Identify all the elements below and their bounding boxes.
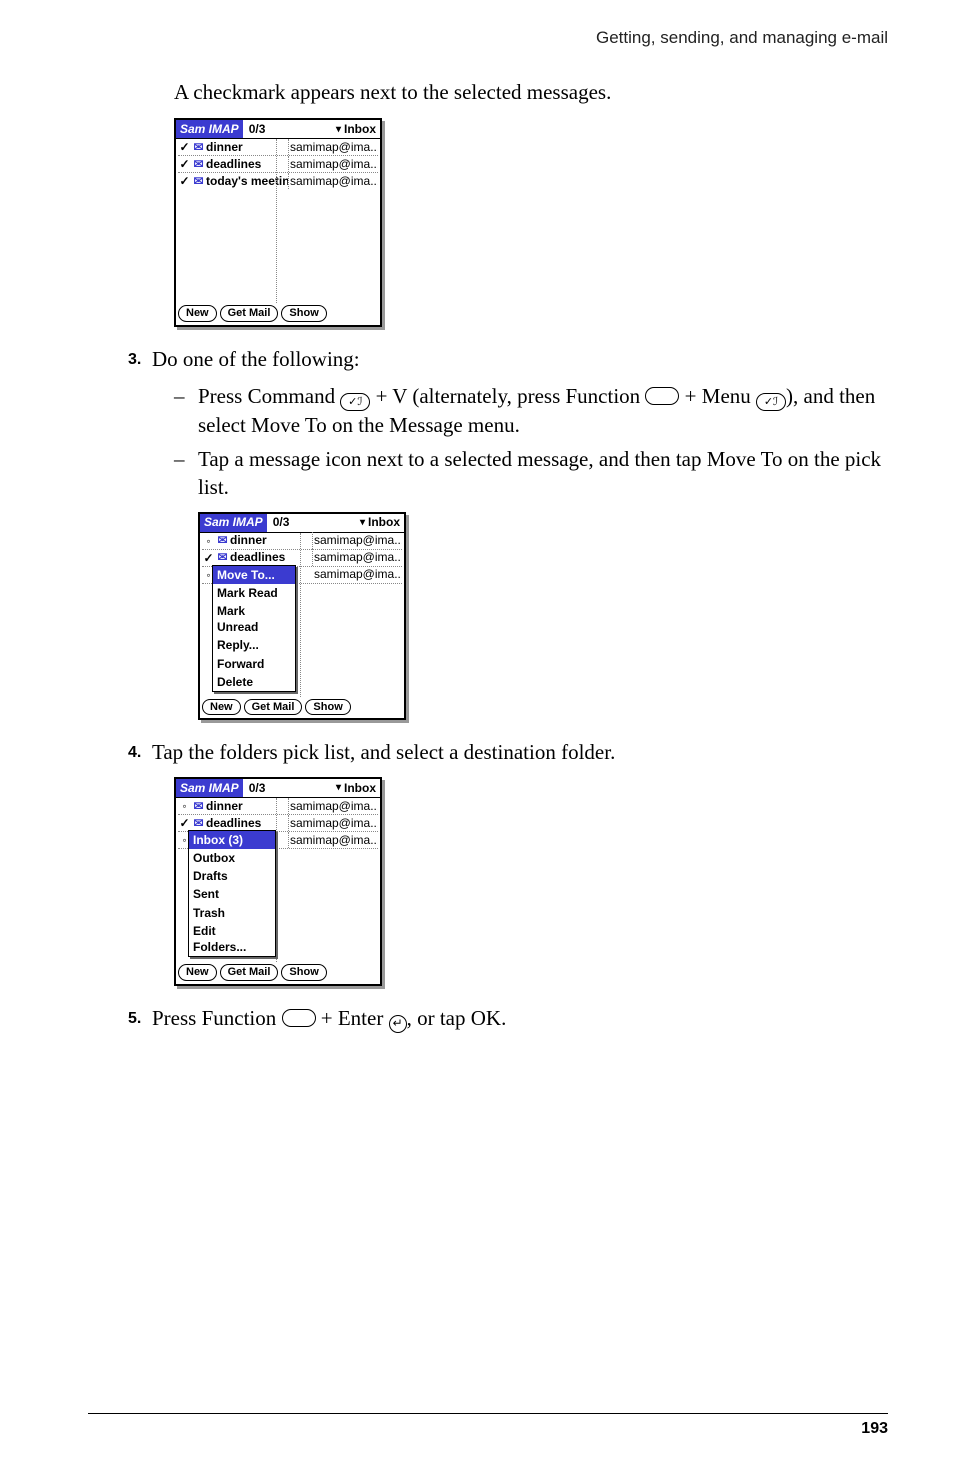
bullet-dash: –: [174, 445, 198, 502]
running-header: Getting, sending, and managing e-mail: [88, 28, 888, 48]
message-sender: samimap@ima...: [289, 815, 378, 831]
message-count: 0/3: [243, 120, 334, 138]
select-icon: ◦: [178, 800, 191, 812]
get-mail-button[interactable]: Get Mail: [220, 964, 279, 981]
message-count: 0/3: [267, 514, 358, 532]
message-row[interactable]: ✓ ✉ dinner samimap@ima...: [178, 139, 378, 156]
message-sender: samimap@ima...: [313, 549, 402, 565]
message-list: ◦ ✉ dinner samimap@ima... ✓ ✉ deadlines …: [200, 533, 404, 697]
folder-item-drafts[interactable]: Drafts: [189, 867, 275, 885]
message-sender: samimap@ima...: [289, 139, 378, 155]
menu-item-move-to[interactable]: Move To...: [213, 566, 295, 584]
folder-item-inbox[interactable]: Inbox (3): [189, 831, 275, 849]
menu-item-mark-unread[interactable]: Mark Unread: [213, 602, 295, 636]
new-button[interactable]: New: [202, 699, 241, 716]
select-icon: ◦: [202, 535, 215, 547]
get-mail-button[interactable]: Get Mail: [244, 699, 303, 716]
folder-item-edit[interactable]: Edit Folders...: [189, 922, 275, 956]
message-row[interactable]: ✓ ✉ today's meetin... samimap@ima...: [178, 173, 378, 189]
checkmark-icon: ✓: [178, 158, 191, 170]
bullet-dash: –: [174, 382, 198, 439]
footer-rule: [88, 1413, 888, 1414]
bullet-text: Tap a message icon next to a selected me…: [198, 445, 888, 502]
step-5: 5. Press Function + Enter ↵, or tap OK.: [128, 1004, 888, 1033]
intro-paragraph: A checkmark appears next to the selected…: [174, 78, 888, 106]
step-text: Tap the folders pick list, and select a …: [152, 738, 888, 766]
menu-item-reply[interactable]: Reply...: [213, 636, 295, 654]
message-sender: samimap@ima...: [289, 832, 378, 848]
page-number: 193: [861, 1420, 888, 1438]
bullet-text: Press Command ✓ℐ + V (alternately, press…: [198, 382, 888, 439]
get-mail-button[interactable]: Get Mail: [220, 305, 279, 322]
message-list: ◦ ✉ dinner samimap@ima... ✓ ✉ deadlines …: [176, 798, 380, 962]
menu-item-forward[interactable]: Forward: [213, 655, 295, 673]
app-title: Sam IMAP: [176, 120, 243, 138]
message-sender: samimap@ima...: [313, 566, 402, 582]
envelope-icon[interactable]: ✉: [191, 815, 206, 831]
message-list: ✓ ✉ dinner samimap@ima... ✓ ✉ deadlines …: [176, 139, 380, 303]
show-button[interactable]: Show: [281, 964, 326, 981]
step-number: 4.: [128, 738, 152, 766]
message-sender: samimap@ima...: [289, 173, 378, 189]
message-sender: samimap@ima...: [289, 156, 378, 172]
envelope-icon[interactable]: ✉: [191, 798, 206, 814]
step-4: 4. Tap the folders pick list, and select…: [128, 738, 888, 766]
enter-key-icon: ↵: [389, 1015, 407, 1033]
menu-key-icon: ✓ℐ: [756, 393, 786, 411]
step-number: 3.: [128, 345, 152, 373]
show-button[interactable]: Show: [305, 699, 350, 716]
checkmark-icon: ✓: [178, 817, 191, 829]
folder-picker[interactable]: Inbox: [358, 514, 404, 532]
folder-item-trash[interactable]: Trash: [189, 904, 275, 922]
show-button[interactable]: Show: [281, 305, 326, 322]
new-button[interactable]: New: [178, 964, 217, 981]
folder-item-outbox[interactable]: Outbox: [189, 849, 275, 867]
bullet-item: – Tap a message icon next to a selected …: [174, 445, 888, 502]
folder-picker[interactable]: Inbox: [334, 779, 380, 797]
page: Getting, sending, and managing e-mail A …: [0, 0, 976, 1466]
envelope-icon[interactable]: ✉: [215, 532, 230, 548]
message-sender: samimap@ima...: [289, 798, 378, 814]
message-count: 0/3: [243, 779, 334, 797]
message-row[interactable]: ◦ ✉ dinner samimap@ima...: [178, 798, 378, 815]
column-divider: [276, 139, 277, 303]
column-divider: [300, 533, 301, 697]
step-3: 3. Do one of the following:: [128, 345, 888, 373]
message-action-menu[interactable]: Move To... Mark Read Mark Unread Reply..…: [212, 565, 296, 692]
app-title: Sam IMAP: [200, 514, 267, 532]
message-sender: samimap@ima...: [313, 532, 402, 548]
checkmark-icon: ✓: [202, 552, 215, 564]
menu-item-delete[interactable]: Delete: [213, 673, 295, 691]
message-row[interactable]: ✓ ✉ deadlines samimap@ima...: [178, 156, 378, 173]
envelope-icon[interactable]: ✉: [191, 139, 206, 155]
step-text: Do one of the following:: [152, 345, 888, 373]
message-row[interactable]: ◦ ✉ dinner samimap@ima...: [202, 533, 402, 550]
step-text: Press Function + Enter ↵, or tap OK.: [152, 1004, 888, 1033]
function-key-icon: [282, 1009, 316, 1027]
screenshot-2: Sam IMAP 0/3 Inbox ◦ ✉ dinner samimap@im…: [198, 512, 406, 721]
checkmark-icon: ✓: [178, 175, 191, 187]
screenshot-3: Sam IMAP 0/3 Inbox ◦ ✉ dinner samimap@im…: [174, 777, 382, 986]
folder-pick-list[interactable]: Inbox (3) Outbox Drafts Sent Trash Edit …: [188, 830, 276, 957]
folder-picker[interactable]: Inbox: [334, 120, 380, 138]
screenshot-1: Sam IMAP 0/3 Inbox ✓ ✉ dinner samimap@im…: [174, 118, 382, 327]
folder-item-sent[interactable]: Sent: [189, 885, 275, 903]
step-number: 5.: [128, 1004, 152, 1033]
app-title: Sam IMAP: [176, 779, 243, 797]
envelope-icon[interactable]: ✉: [215, 549, 230, 565]
function-key-icon: [645, 387, 679, 405]
menu-item-mark-read[interactable]: Mark Read: [213, 584, 295, 602]
bullet-item: – Press Command ✓ℐ + V (alternately, pre…: [174, 382, 888, 439]
envelope-icon[interactable]: ✉: [191, 156, 206, 172]
column-divider: [276, 798, 277, 962]
new-button[interactable]: New: [178, 305, 217, 322]
command-key-icon: ✓ℐ: [340, 393, 370, 411]
checkmark-icon: ✓: [178, 141, 191, 153]
envelope-icon[interactable]: ✉: [191, 173, 206, 189]
